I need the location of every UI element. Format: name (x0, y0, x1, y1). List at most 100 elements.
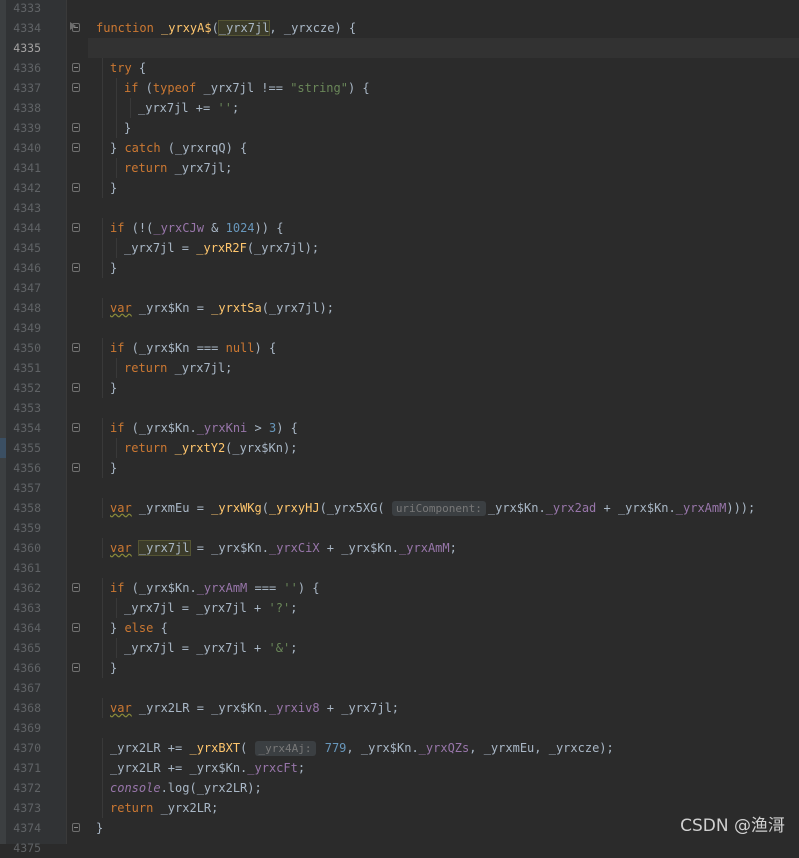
line-number[interactable]: 4366 (6, 658, 41, 678)
fold-toggle-icon[interactable] (72, 463, 80, 472)
line-number[interactable]: 4371 (6, 758, 41, 778)
line-number[interactable]: 4348 (6, 298, 41, 318)
code-line[interactable]: 4363 _yrx7jl = _yrx7jl + '?'; (0, 598, 799, 618)
fold-toggle-icon[interactable] (72, 63, 80, 72)
code-line[interactable]: 4360 var _yrx7jl = _yrx$Kn._yrxCiX + _yrx… (0, 538, 799, 558)
line-number[interactable]: 4344 (6, 218, 41, 238)
code-line[interactable]: 4364} else { (0, 618, 799, 638)
code-line[interactable]: 4334 function _yrxyA$(_yrx7jl, _yrxcze) { (0, 18, 799, 38)
line-number[interactable]: 4363 (6, 598, 41, 618)
line-number[interactable]: 4338 (6, 98, 41, 118)
code-line[interactable]: 4366} (0, 658, 799, 678)
code-line[interactable]: 4343 (0, 198, 799, 218)
code-line[interactable]: 4353 (0, 398, 799, 418)
line-number[interactable]: 4343 (6, 198, 41, 218)
fold-toggle-icon[interactable] (72, 823, 80, 832)
code-line[interactable]: 4346} (0, 258, 799, 278)
code-line[interactable]: 4349 (0, 318, 799, 338)
fold-toggle-icon[interactable] (72, 423, 80, 432)
code-line[interactable]: 4352} (0, 378, 799, 398)
line-number[interactable]: 4360 (6, 538, 41, 558)
fold-toggle-icon[interactable] (72, 623, 80, 632)
fold-toggle-icon[interactable] (72, 263, 80, 272)
code-line[interactable]: 4348 var _yrx$Kn = _yrxtSa(_yrx7jl); (0, 298, 799, 318)
line-number[interactable]: 4347 (6, 278, 41, 298)
line-number[interactable]: 4373 (6, 798, 41, 818)
code-line[interactable]: 4372 console.log(_yrx2LR); (0, 778, 799, 798)
code-line[interactable]: 4336 try { (0, 58, 799, 78)
fold-toggle-icon[interactable] (72, 143, 80, 152)
line-number[interactable]: 4369 (6, 718, 41, 738)
code-line[interactable]: 4333 (0, 0, 799, 18)
code-line[interactable]: 4356} (0, 458, 799, 478)
line-number[interactable]: 4355 (6, 438, 41, 458)
fold-toggle-icon[interactable] (72, 223, 80, 232)
line-number[interactable]: 4358 (6, 498, 41, 518)
fold-toggle-icon[interactable] (72, 183, 80, 192)
code-line[interactable]: 4371 _yrx2LR += _yrx$Kn._yrxcFt; (0, 758, 799, 778)
code-line[interactable]: 4359 (0, 518, 799, 538)
code-line[interactable]: 4362 if (_yrx$Kn._yrxAmM === '') { (0, 578, 799, 598)
code-editor[interactable]: 4333 4334 function _yrxyA$(_yrx7jl, _yrxcz… (0, 0, 799, 855)
line-number[interactable]: 4359 (6, 518, 41, 538)
fold-toggle-icon[interactable] (72, 583, 80, 592)
code-line[interactable]: 4337 if (typeof _yrx7jl !== "string") { (0, 78, 799, 98)
line-number[interactable]: 4361 (6, 558, 41, 578)
line-number[interactable]: 4353 (6, 398, 41, 418)
code-line[interactable]: 4350 if (_yrx$Kn === null) { (0, 338, 799, 358)
line-number[interactable]: 4346 (6, 258, 41, 278)
line-number[interactable]: 4334 (6, 18, 41, 38)
code-line[interactable]: 4368 var _yrx2LR = _yrx$Kn._yrxiv8 + _yrx… (0, 698, 799, 718)
line-number[interactable]: 4357 (6, 478, 41, 498)
line-number[interactable]: 4370 (6, 738, 41, 758)
line-number[interactable]: 4349 (6, 318, 41, 338)
line-number[interactable]: 4364 (6, 618, 41, 638)
line-number[interactable]: 4351 (6, 358, 41, 378)
fold-toggle-icon[interactable] (72, 383, 80, 392)
code-line[interactable]: 4341 return _yrx7jl; (0, 158, 799, 178)
code-line[interactable]: 4339} (0, 118, 799, 138)
code-line[interactable]: 4367 (0, 678, 799, 698)
line-number[interactable]: 4339 (6, 118, 41, 138)
line-number[interactable]: 4367 (6, 678, 41, 698)
line-number[interactable]: 4337 (6, 78, 41, 98)
code-line[interactable]: 4338 _yrx7jl += ''; (0, 98, 799, 118)
code-line[interactable]: 4351 return _yrx7jl; (0, 358, 799, 378)
line-number[interactable]: 4352 (6, 378, 41, 398)
code-line[interactable]: 4345 _yrx7jl = _yrxR2F(_yrx7jl); (0, 238, 799, 258)
line-number[interactable]: 4350 (6, 338, 41, 358)
line-number[interactable]: 4340 (6, 138, 41, 158)
code-line[interactable]: 4347 (0, 278, 799, 298)
line-number[interactable]: 4341 (6, 158, 41, 178)
code-line[interactable]: 4335 (0, 38, 799, 58)
line-number[interactable]: 4356 (6, 458, 41, 478)
code-line[interactable]: 4342} (0, 178, 799, 198)
code-line[interactable]: 4358 var _yrxmEu = _yrxWKg(_yrxyHJ(_yrx5X… (0, 498, 799, 518)
fold-toggle-icon[interactable] (72, 663, 80, 672)
line-number[interactable]: 4365 (6, 638, 41, 658)
line-number[interactable]: 4333 (6, 0, 41, 18)
line-number[interactable]: 4335 (6, 38, 41, 58)
code-line[interactable]: 4354 if (_yrx$Kn._yrxKni > 3) { (0, 418, 799, 438)
code-line[interactable]: 4375 (0, 838, 799, 858)
line-number[interactable]: 4342 (6, 178, 41, 198)
line-number[interactable]: 4345 (6, 238, 41, 258)
line-number[interactable]: 4354 (6, 418, 41, 438)
code-line[interactable]: 4344 if (!(_yrxCJw & 1024)) { (0, 218, 799, 238)
fold-toggle-icon[interactable] (72, 343, 80, 352)
code-line[interactable]: 4370 _yrx2LR += _yrxBXT( _yrx4Aj: 779, _y… (0, 738, 799, 758)
fold-toggle-icon[interactable] (72, 83, 80, 92)
code-line[interactable]: 4355 return _yrxtY2(_yrx$Kn); (0, 438, 799, 458)
line-number[interactable]: 4372 (6, 778, 41, 798)
code-line[interactable]: 4369 (0, 718, 799, 738)
line-number[interactable]: 4362 (6, 578, 41, 598)
line-number[interactable]: 4375 (6, 838, 41, 858)
fold-toggle-icon[interactable] (72, 123, 80, 132)
code-line[interactable]: 4365 _yrx7jl = _yrx7jl + '&'; (0, 638, 799, 658)
code-line[interactable]: 4361 (0, 558, 799, 578)
code-line[interactable]: 4340} catch (_yrxrqQ) { (0, 138, 799, 158)
line-number[interactable]: 4336 (6, 58, 41, 78)
line-number[interactable]: 4374 (6, 818, 41, 838)
code-line[interactable]: 4357 (0, 478, 799, 498)
line-number[interactable]: 4368 (6, 698, 41, 718)
